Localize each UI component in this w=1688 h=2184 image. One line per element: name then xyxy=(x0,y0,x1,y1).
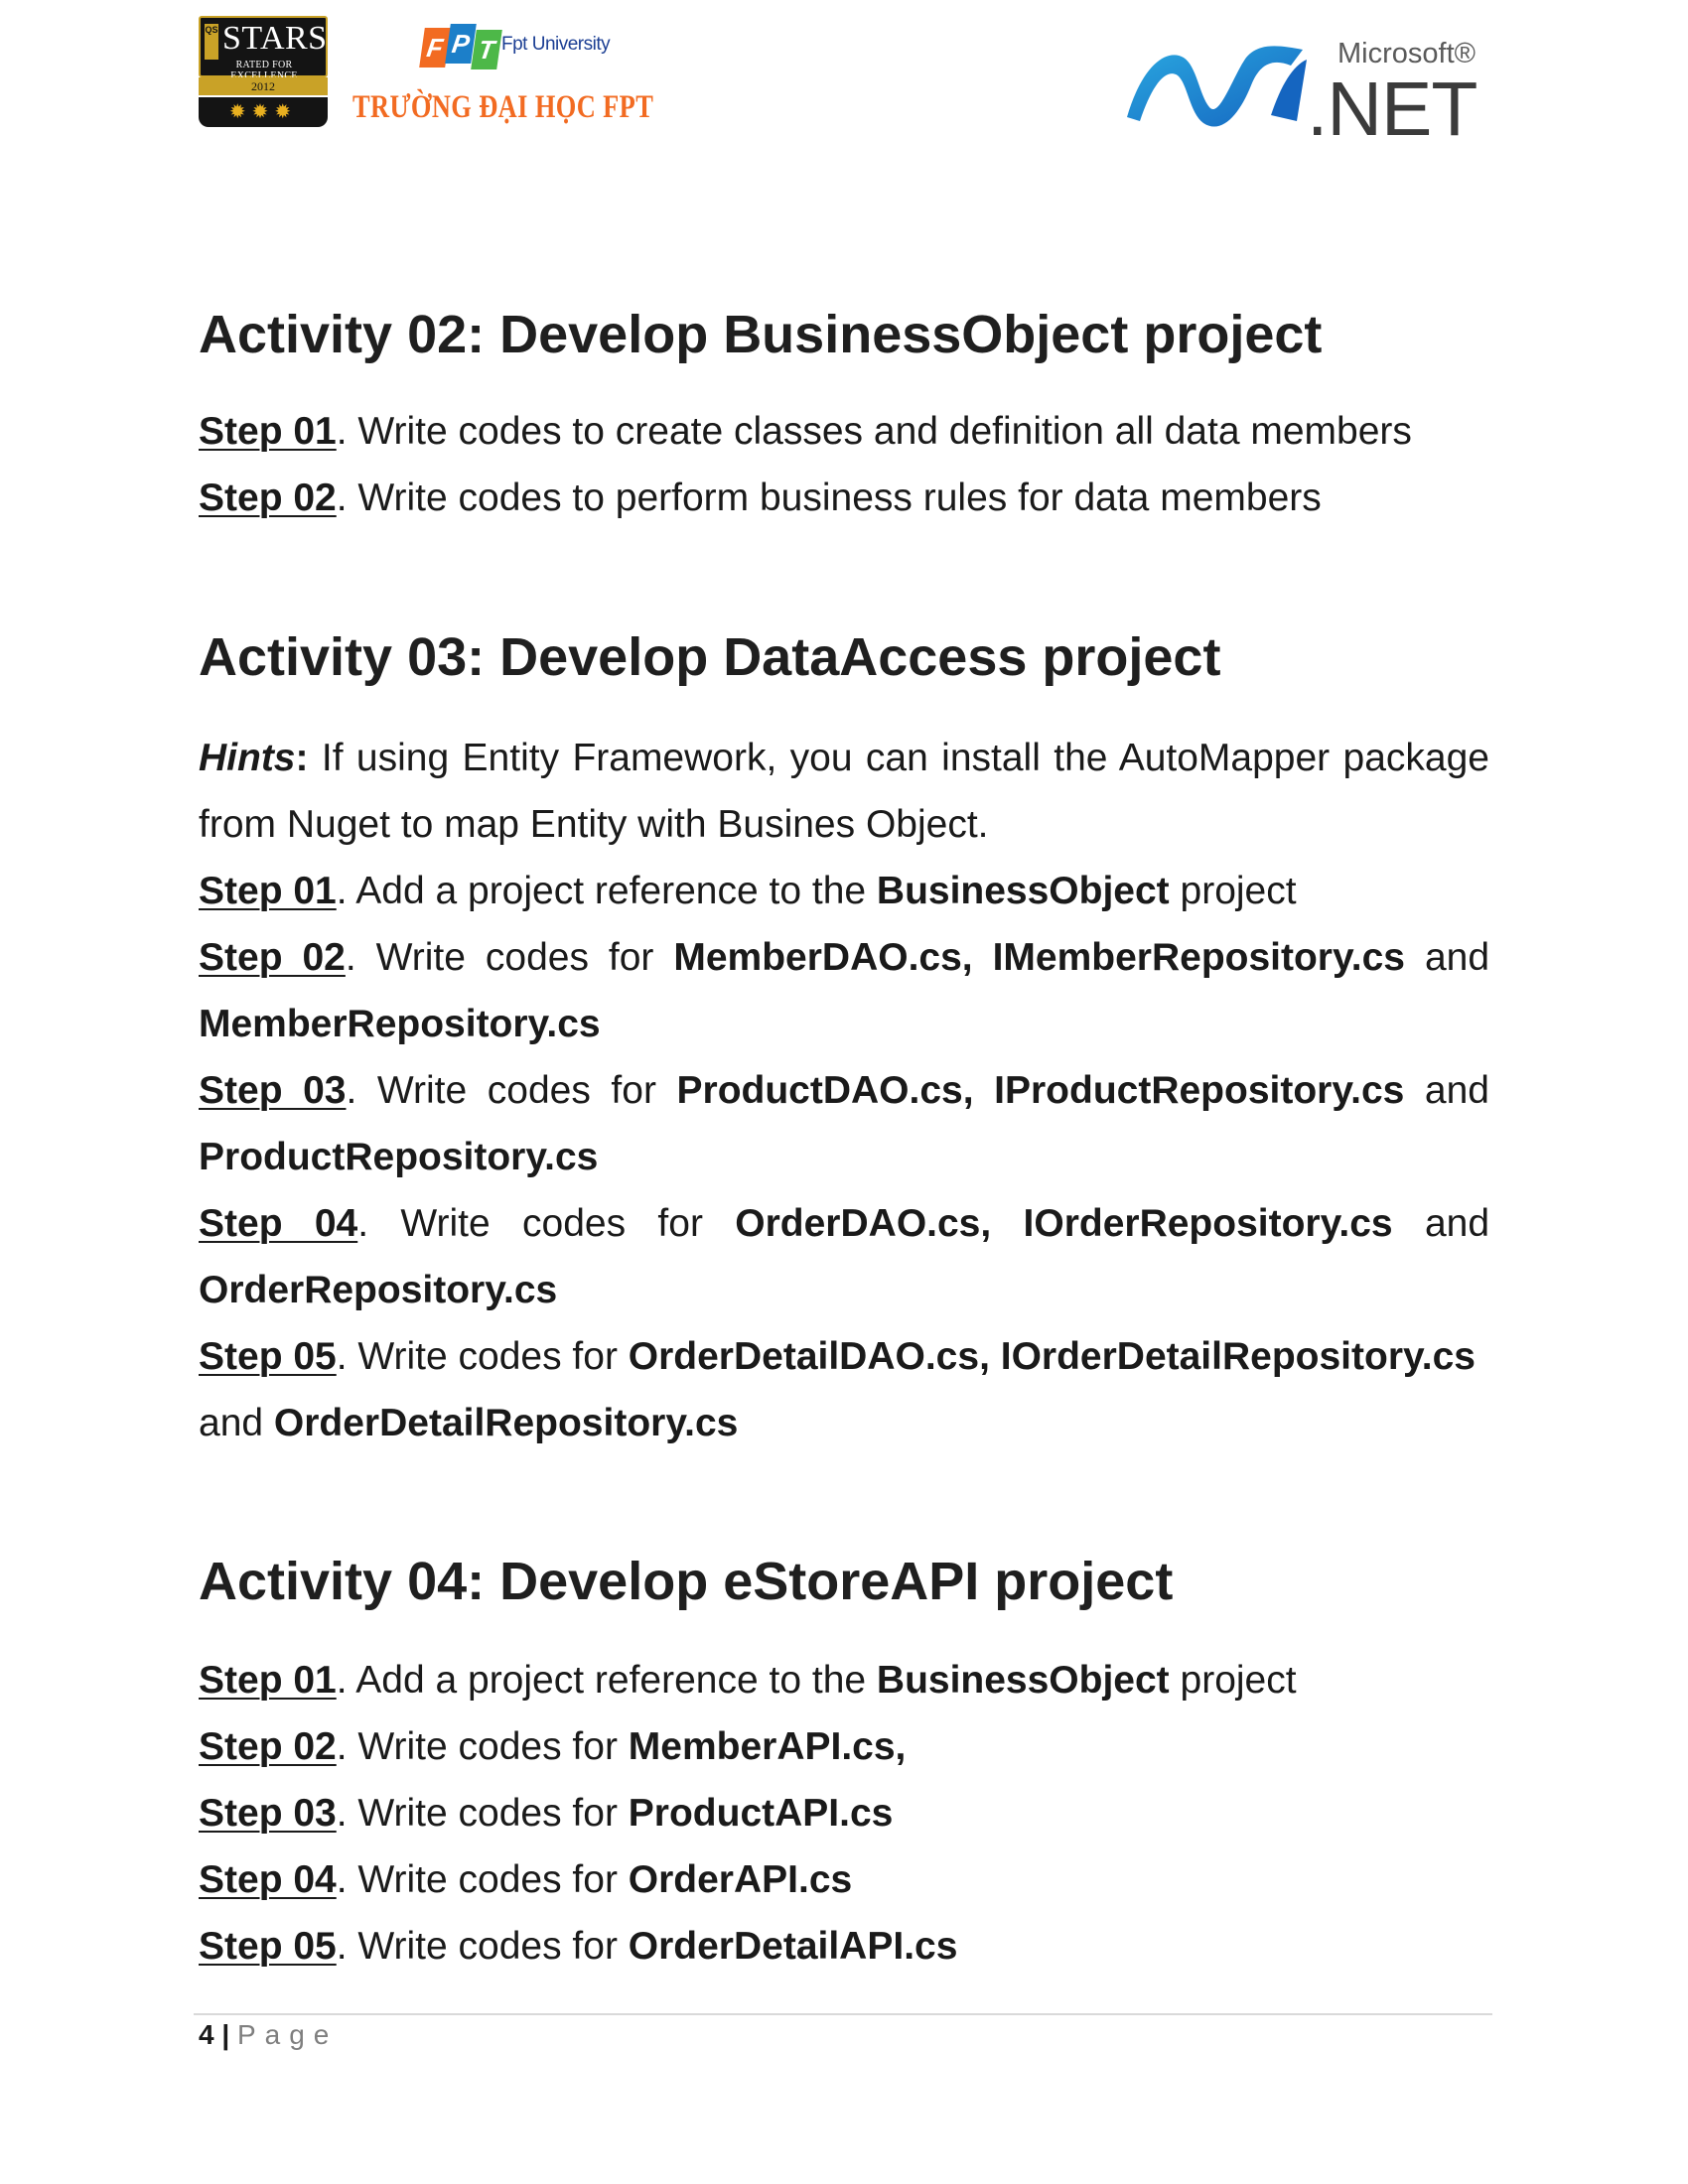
step-label: Step 04 xyxy=(199,1858,337,1901)
step-label: Step 02 xyxy=(199,1725,337,1768)
step-label: Step 01 xyxy=(199,870,337,912)
step-text: . Add a project reference to the xyxy=(336,1659,877,1702)
step-file: BusinessObject xyxy=(876,870,1170,912)
activity-04-step-01: Step 01. Add a project reference to the … xyxy=(199,1656,1489,1706)
step-label: Step 03 xyxy=(199,1792,337,1835)
activity-04-step-03: Step 03. Write codes for ProductAPI.cs xyxy=(199,1789,1489,1839)
activity-03-heading: Activity 03: Develop DataAccess project xyxy=(199,627,1221,687)
page-footer: 4 | Page xyxy=(199,2015,338,2055)
step-text: . Write codes for xyxy=(336,1725,629,1768)
activity-03-step-04-cont: OrderRepository.cs xyxy=(199,1269,558,1311)
step-text: . Write codes for xyxy=(336,1335,629,1378)
dotnet-wordmark: .NET xyxy=(1307,67,1477,152)
fpt-school-name: TRƯỜNG ĐẠI HỌC FPT xyxy=(352,89,654,125)
step-file: BusinessObject xyxy=(876,1659,1170,1702)
step-files: MemberDAO.cs, IMemberRepository.cs xyxy=(673,936,1405,979)
fpt-letter-blocks: F P T xyxy=(419,24,502,73)
fpt-university-text: Fpt University xyxy=(501,34,611,55)
step-text: . Write codes for xyxy=(336,1925,629,1968)
step-label: Step 01 xyxy=(199,1659,337,1702)
page-label: Page xyxy=(236,2019,339,2050)
step-text-end: and xyxy=(1392,1202,1490,1245)
activity-03-hint-line-1: Hints: If using Entity Framework, you ca… xyxy=(199,734,1489,783)
page-number: 4 xyxy=(199,2019,214,2050)
stars-wordmark: STARS xyxy=(222,20,328,57)
step-files: OrderDetailDAO.cs, IOrderDetailRepositor… xyxy=(628,1335,1477,1378)
step-text-end: and xyxy=(1405,936,1490,979)
step-text: . Write codes for xyxy=(345,936,674,979)
activity-03-step-02: Step 02. Write codes for MemberDAO.cs, I… xyxy=(199,933,1489,983)
step-file: OrderDetailRepository.cs xyxy=(273,1402,739,1444)
activity-03-hint-line-2: from Nuget to map Entity with Busines Ob… xyxy=(199,803,989,846)
step-text: . Write codes for xyxy=(357,1202,736,1245)
activity-02-step-02: Step 02. Write codes to perform business… xyxy=(199,474,1489,523)
hint-text: If using Entity Framework, you can insta… xyxy=(308,737,1489,779)
stars-rating-icon: ✹✹✹ xyxy=(199,97,328,127)
step-text: . Write codes to create classes and defi… xyxy=(336,410,1412,453)
step-text: . Write codes for xyxy=(346,1069,677,1112)
stars-year: 2012 xyxy=(199,77,328,95)
step-file: MemberAPI.cs, xyxy=(628,1725,907,1768)
activity-03-step-03: Step 03. Write codes for ProductDAO.cs, … xyxy=(199,1066,1489,1116)
step-label: Step 02 xyxy=(199,477,337,519)
footer-separator: | xyxy=(213,2019,237,2050)
footer-divider xyxy=(194,2013,1492,2015)
activity-03-step-02-cont: MemberRepository.cs xyxy=(199,1003,601,1045)
step-file: OrderDetailAPI.cs xyxy=(628,1925,958,1968)
activity-04-step-04: Step 04. Write codes for OrderAPI.cs xyxy=(199,1855,1489,1905)
step-files: OrderDAO.cs, IOrderRepository.cs xyxy=(735,1202,1393,1245)
dotnet-wave-icon xyxy=(1127,46,1307,127)
step-text-end: project xyxy=(1169,870,1297,912)
activity-03-step-03-cont: ProductRepository.cs xyxy=(199,1136,599,1178)
step-text-end: project xyxy=(1169,1659,1297,1702)
hint-colon: : xyxy=(295,737,309,779)
step-text: . Add a project reference to the xyxy=(336,870,877,912)
microsoft-dotnet-logo: Microsoft® .NET xyxy=(1122,30,1479,149)
step-label: Step 03 xyxy=(199,1069,347,1112)
step-label: Step 04 xyxy=(199,1202,358,1245)
qs-badge: QS xyxy=(205,24,218,60)
step-files: ProductDAO.cs, IProductRepository.cs xyxy=(676,1069,1405,1112)
step-file: OrderAPI.cs xyxy=(628,1858,853,1901)
step-label: Step 02 xyxy=(199,936,346,979)
activity-03-step-05-cont: and OrderDetailRepository.cs xyxy=(199,1399,1489,1448)
activity-04-heading: Activity 04: Develop eStoreAPI project xyxy=(199,1552,1174,1611)
step-file: ProductAPI.cs xyxy=(628,1792,894,1835)
activity-02-heading: Activity 02: Develop BusinessObject proj… xyxy=(199,305,1323,364)
step-label: Step 05 xyxy=(199,1925,337,1968)
step-text: . Write codes for xyxy=(336,1792,629,1835)
step-text: . Write codes to perform business rules … xyxy=(336,477,1322,519)
step-text-end: and xyxy=(1404,1069,1489,1112)
activity-03-step-04: Step 04. Write codes for OrderDAO.cs, IO… xyxy=(199,1199,1489,1249)
step-text: . Write codes for xyxy=(336,1858,629,1901)
activity-02-step-01: Step 01. Write codes to create classes a… xyxy=(199,407,1489,457)
activity-03-step-01: Step 01. Add a project reference to the … xyxy=(199,867,1489,916)
activity-04-step-02: Step 02. Write codes for MemberAPI.cs, xyxy=(199,1722,1489,1772)
fpt-university-logo: F P T Fpt University TRƯỜNG ĐẠI HỌC FPT xyxy=(352,22,670,133)
fpt-block-t: T xyxy=(471,30,502,69)
step-label: Step 05 xyxy=(199,1335,337,1378)
step-label: Step 01 xyxy=(199,410,337,453)
qs-stars-logo: QS STARS RATED FOR EXCELLENCE 2012 ✹✹✹ xyxy=(199,16,328,129)
activity-03-step-05: Step 05. Write codes for OrderDetailDAO.… xyxy=(199,1332,1489,1382)
hint-label: Hints xyxy=(199,737,296,779)
activity-04-step-05: Step 05. Write codes for OrderDetailAPI.… xyxy=(199,1922,1489,1972)
step-text: and xyxy=(199,1402,274,1444)
